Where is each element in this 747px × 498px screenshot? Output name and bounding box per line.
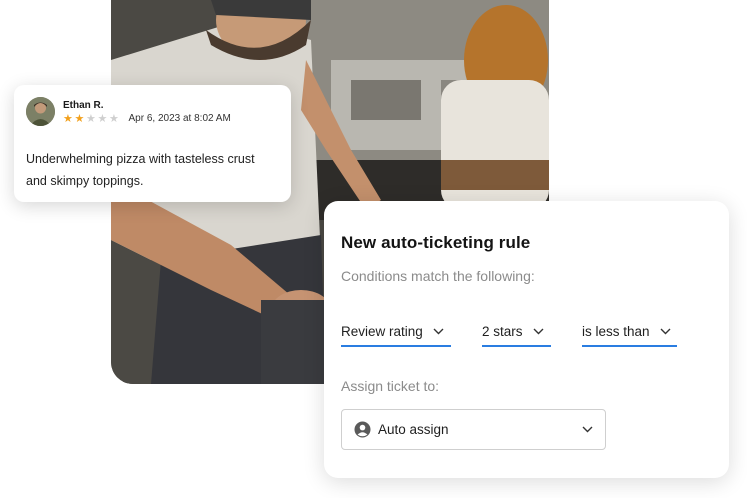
star-icon: ★ <box>74 113 85 125</box>
user-circle-icon <box>354 421 371 438</box>
review-card: Ethan R. ★ ★ ★ ★ ★ Apr 6, 2023 at 8:02 A… <box>14 85 291 202</box>
star-icon: ★ <box>109 113 119 125</box>
review-text: Underwhelming pizza with tasteless crust… <box>26 148 279 192</box>
condition-field-select[interactable]: Review rating <box>341 322 451 347</box>
chevron-down-icon <box>582 426 593 433</box>
condition-field-value: Review rating <box>341 324 423 339</box>
chevron-down-icon <box>533 328 544 335</box>
condition-operator-select[interactable]: is less than <box>582 322 677 347</box>
review-text-line: and skimpy toppings. <box>26 174 144 188</box>
condition-value-value: 2 stars <box>482 324 523 339</box>
rule-subtitle: Conditions match the following: <box>341 268 535 284</box>
review-date: Apr 6, 2023 at 8:02 AM <box>128 113 231 124</box>
auto-ticketing-rule-panel: New auto-ticketing rule Conditions match… <box>324 201 729 478</box>
star-icon: ★ <box>86 113 96 125</box>
rule-title: New auto-ticketing rule <box>341 233 531 252</box>
review-text-line: Underwhelming pizza with tasteless crust <box>26 152 255 166</box>
assign-label: Assign ticket to: <box>341 378 440 394</box>
avatar <box>26 97 55 126</box>
assign-value: Auto assign <box>378 422 449 437</box>
star-icon: ★ <box>63 113 73 125</box>
condition-operator-value: is less than <box>582 324 650 339</box>
chevron-down-icon <box>660 328 671 335</box>
chevron-down-icon <box>433 328 444 335</box>
review-meta: Ethan R. ★ ★ ★ ★ ★ Apr 6, 2023 at 8:02 A… <box>63 97 231 125</box>
assign-ticket-select[interactable]: Auto assign <box>341 409 606 450</box>
star-icon: ★ <box>97 113 108 125</box>
star-rating: ★ ★ ★ ★ ★ <box>63 113 121 125</box>
reviewer-name: Ethan R. <box>63 100 104 111</box>
condition-value-select[interactable]: 2 stars <box>482 322 551 347</box>
rating-line: ★ ★ ★ ★ ★ Apr 6, 2023 at 8:02 AM <box>63 113 231 125</box>
review-header: Ethan R. ★ ★ ★ ★ ★ Apr 6, 2023 at 8:02 A… <box>26 97 279 126</box>
